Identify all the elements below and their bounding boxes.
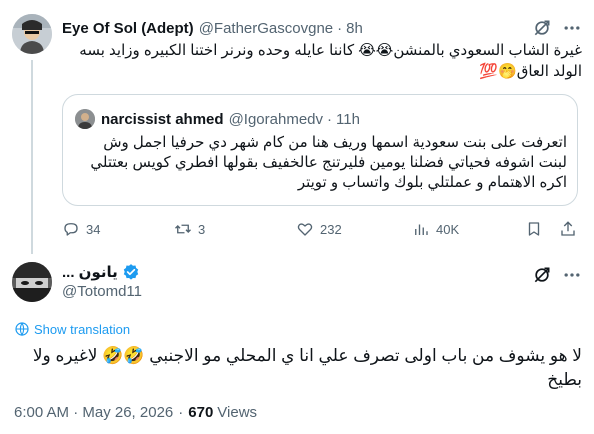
quoted-author-name: narcissist ahmed (101, 110, 224, 128)
quoted-tweet[interactable]: narcissist ahmed @Igorahmedv · 11h اتعرف… (62, 94, 578, 206)
main-tweet-author: ... يانون (62, 262, 140, 282)
grok-icon[interactable] (532, 265, 552, 285)
tweet-timestamp[interactable]: 6:00 AM · May 26, 2026 (14, 404, 173, 421)
like-count: 232 (320, 221, 342, 237)
quoted-tweet-time: 11h (336, 110, 360, 128)
tweet-text: لا هو يشوف من باب اولى تصرف علي انا ي ال… (32, 346, 582, 389)
separator-dot: · (178, 404, 184, 421)
quoted-tweet-header: narcissist ahmed @Igorahmedv · 11h (75, 109, 360, 129)
quoted-tweet-text: اتعرفت على بنت سعودية اسمها وريف هنا من … (90, 134, 567, 191)
reply-icon (64, 223, 78, 236)
share-icon (561, 221, 575, 236)
more-icon[interactable] (562, 18, 582, 38)
tweet-meta: 6:00 AM · May 26, 2026 · 670 Views (14, 404, 257, 421)
like-icon (297, 223, 313, 236)
like-button[interactable]: 232 (296, 218, 342, 240)
views-icon (415, 224, 428, 235)
show-translation-link[interactable]: Show translation (14, 320, 130, 338)
views-label: Views (217, 404, 258, 421)
parent-tweet-header: Eye Of Sol (Adept) @FatherGascovgne · 8h (62, 18, 363, 38)
quoted-author-handle: @Igorahmedv (228, 110, 324, 128)
reply-button[interactable]: 34 (62, 218, 100, 240)
share-button[interactable] (559, 218, 583, 240)
author-handle[interactable]: @FatherGascovgne (199, 20, 333, 37)
tweet-thread-view: Eye Of Sol (Adept) @FatherGascovgne · 8h… (0, 0, 594, 434)
views-button[interactable]: 40K (412, 218, 459, 240)
views-count: 670 (188, 404, 214, 421)
avatar[interactable] (12, 262, 52, 302)
bookmark-icon (528, 222, 540, 236)
author-name[interactable]: ... يانون (62, 263, 118, 281)
tweet-actions: 34 3 232 40K (62, 218, 582, 240)
parent-tweet[interactable]: Eye Of Sol (Adept) @FatherGascovgne · 8h… (0, 0, 594, 254)
reply-count: 34 (86, 221, 101, 237)
views-count: 40K (436, 221, 460, 237)
repost-icon (175, 224, 191, 234)
avatar[interactable] (12, 14, 52, 54)
more-icon[interactable] (562, 265, 582, 285)
tweet-text: غيرة الشاب السعودي بالمنشن😭😭 كاننا عايله… (79, 42, 582, 80)
translate-icon (15, 322, 29, 337)
separator-dot: · (337, 19, 343, 37)
repost-count: 3 (198, 221, 206, 237)
author-handle[interactable]: @Totomd11 (62, 283, 142, 300)
separator-dot: · (327, 110, 333, 128)
bookmark-button[interactable] (525, 218, 549, 240)
quoted-avatar (75, 109, 95, 129)
author-name[interactable]: Eye Of Sol (Adept) (62, 20, 194, 37)
verified-badge-icon[interactable] (122, 263, 140, 281)
show-translation-label: Show translation (34, 321, 131, 337)
repost-button[interactable]: 3 (174, 218, 205, 240)
thread-connector-line (31, 60, 33, 254)
grok-icon[interactable] (532, 18, 552, 38)
tweet-time[interactable]: 8h (346, 20, 363, 37)
